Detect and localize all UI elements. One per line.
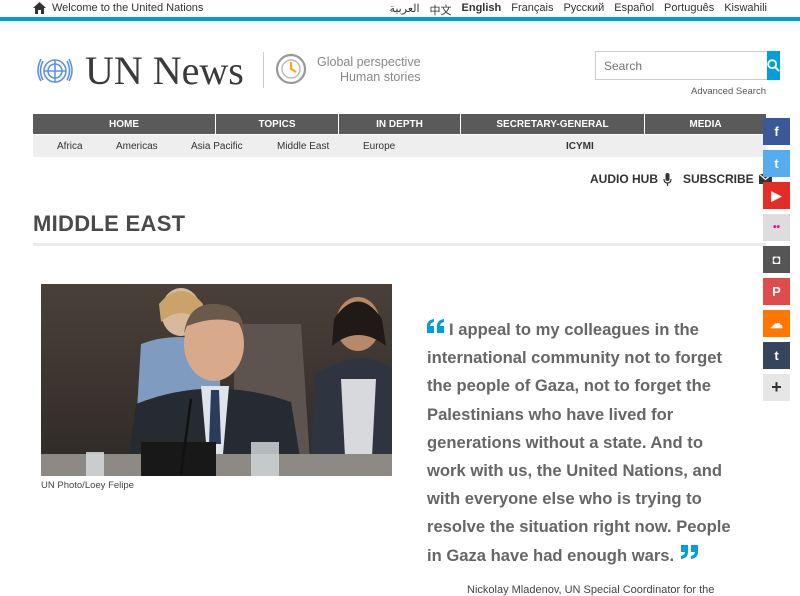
audio-hub-label: AUDIO HUB — [590, 172, 658, 186]
quote-attribution: Nickolay Mladenov, UN Special Coordinato… — [467, 584, 715, 596]
lang-spanish[interactable]: Español — [614, 2, 654, 18]
more-icon[interactable]: + — [763, 374, 790, 401]
photo-credit: UN Photo/Loey Felipe — [41, 480, 134, 491]
lang-russian[interactable]: Русский — [563, 2, 604, 18]
lang-chinese[interactable]: 中文 — [430, 2, 452, 18]
advanced-search-link[interactable]: Advanced Search — [691, 86, 766, 97]
tagline: Global perspective Human stories — [317, 55, 421, 85]
tagline-line1: Global perspective — [317, 55, 421, 69]
tumblr-icon[interactable]: t — [763, 342, 790, 369]
pinterest-icon[interactable]: P — [763, 278, 790, 305]
main-navigation: HOME TOPICS IN DEPTH SECRETARY-GENERAL M… — [33, 114, 766, 134]
subnav-middle-east[interactable]: Middle East — [277, 141, 329, 152]
subnav-icymi[interactable]: ICYMI — [566, 141, 594, 152]
search-button[interactable] — [767, 51, 780, 80]
un-emblem-icon — [37, 58, 73, 83]
lang-kiswahili[interactable]: Kiswahili — [724, 2, 767, 18]
title-divider — [33, 243, 766, 246]
open-quote-icon — [427, 319, 444, 333]
flickr-icon[interactable]: •• — [763, 214, 790, 241]
twitter-icon[interactable]: t — [763, 150, 790, 177]
speaker-photo — [41, 284, 392, 476]
top-language-bar: Welcome to the United Nations العربية 中文… — [0, 0, 800, 21]
photo-illustration — [41, 284, 392, 476]
instagram-icon[interactable]: ◘ — [763, 246, 790, 273]
nav-in-depth[interactable]: IN DEPTH — [339, 114, 461, 134]
search-form — [595, 51, 780, 80]
nav-secretary-general[interactable]: SECRETARY-GENERAL — [461, 114, 645, 134]
nav-topics[interactable]: TOPICS — [216, 114, 339, 134]
audio-hub-link[interactable]: AUDIO HUB — [590, 172, 672, 186]
home-icon — [33, 2, 46, 14]
lang-portuguese[interactable]: Português — [664, 2, 714, 18]
subnav-africa[interactable]: Africa — [57, 141, 83, 152]
social-media-rail: f t ▶ •• ◘ P ☁ t + — [763, 118, 790, 406]
region-subnav: Africa Americas Asia Pacific Middle East… — [33, 135, 766, 157]
subscribe-label: SUBSCRIBE — [683, 172, 754, 186]
lang-english[interactable]: English — [462, 2, 502, 18]
search-input[interactable] — [595, 51, 767, 80]
facebook-icon[interactable]: f — [763, 118, 790, 145]
pull-quote: I appeal to my colleagues in the interna… — [427, 316, 745, 570]
language-list: العربية 中文 English Français Русский Espa… — [389, 2, 767, 18]
close-quote-icon — [681, 544, 699, 559]
nav-home[interactable]: HOME — [33, 114, 216, 134]
search-icon — [767, 59, 780, 72]
tagline-line2: Human stories — [339, 70, 421, 84]
quote-text: I appeal to my colleagues in the interna… — [427, 320, 731, 565]
microphone-icon — [663, 172, 672, 186]
subnav-europe[interactable]: Europe — [363, 141, 395, 152]
welcome-link[interactable]: Welcome to the United Nations — [33, 2, 203, 14]
nav-media[interactable]: MEDIA — [645, 114, 766, 134]
welcome-text: Welcome to the United Nations — [52, 2, 204, 14]
soundcloud-icon[interactable]: ☁ — [763, 310, 790, 337]
page-title: MIDDLE EAST — [33, 211, 186, 236]
lang-french[interactable]: Français — [511, 2, 553, 18]
subscribe-link[interactable]: SUBSCRIBE — [683, 172, 772, 186]
logo-text: UN News — [85, 48, 244, 93]
subnav-asia-pacific[interactable]: Asia Pacific — [191, 141, 243, 152]
logo-divider — [263, 52, 264, 88]
subnav-americas[interactable]: Americas — [116, 141, 158, 152]
globe-clock-icon — [275, 53, 307, 85]
lang-arabic[interactable]: العربية — [389, 2, 419, 18]
youtube-icon[interactable]: ▶ — [763, 182, 790, 209]
site-logo[interactable]: UN News — [33, 51, 244, 91]
